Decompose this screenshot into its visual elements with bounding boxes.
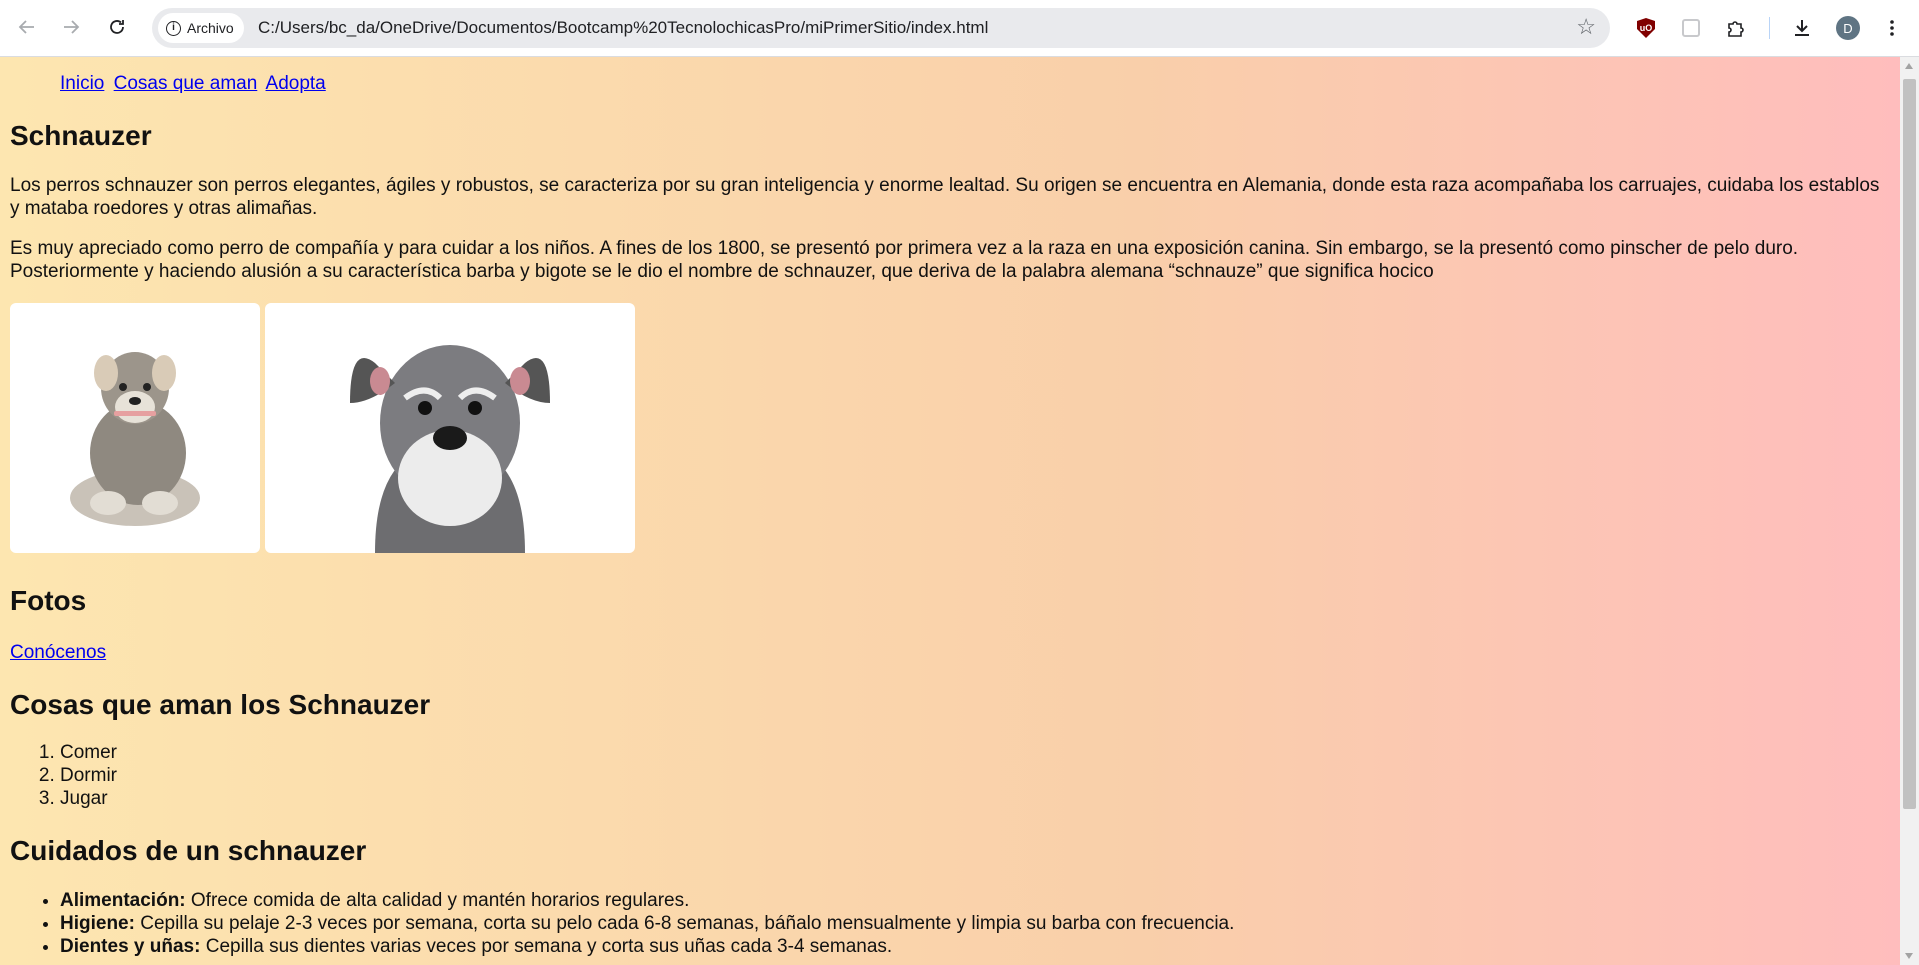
care-heading: Cuidados de un schnauzer [10, 835, 367, 866]
list-item: Alimentación: Ofrece comida de alta cali… [60, 889, 1890, 912]
care-text: Ofrece comida de alta calidad y mantén h… [185, 890, 690, 911]
loves-list: Comer Dormir Jugar [10, 741, 1890, 810]
nav-link-inicio[interactable]: Inicio [60, 73, 104, 94]
page-content: Inicio Cosas que aman Adopta Schnauzer L… [0, 73, 1900, 958]
nav-link-adopta[interactable]: Adopta [266, 73, 326, 94]
scroll-up-arrow[interactable] [1905, 63, 1913, 69]
care-label: Dientes y uñas: [60, 936, 201, 957]
menu-icon[interactable] [1876, 12, 1908, 44]
breed-title: Schnauzer [10, 120, 152, 151]
loves-heading: Cosas que aman los Schnauzer [10, 689, 431, 720]
schnauzer-adult-photo [265, 303, 635, 553]
nav-link-cosas-que-aman[interactable]: Cosas que aman [114, 73, 258, 94]
paragraph-history: Es muy apreciado como perro de compañía … [10, 238, 1799, 282]
care-list: Alimentación: Ofrece comida de alta cali… [10, 889, 1890, 958]
back-icon[interactable] [10, 10, 44, 44]
conocenos-link[interactable]: Conócenos [10, 642, 1890, 664]
site-info-label: Archivo [187, 20, 234, 36]
scroll-down-arrow[interactable] [1905, 953, 1913, 959]
page-viewport: Inicio Cosas que aman Adopta Schnauzer L… [0, 57, 1900, 965]
schnauzer-puppy-photo [10, 303, 260, 553]
extension-icon[interactable] [1675, 12, 1707, 44]
url-text[interactable]: C:/Users/bc_da/OneDrive/Documentos/Bootc… [258, 18, 988, 38]
reload-icon[interactable] [100, 10, 134, 44]
scroll-thumb[interactable] [1903, 79, 1916, 809]
paragraph-origin: Los perros schnauzer son perros elegante… [10, 175, 1880, 219]
star-icon[interactable]: ☆ [1576, 14, 1596, 40]
vertical-scrollbar[interactable] [1900, 57, 1919, 965]
forward-icon[interactable] [54, 10, 88, 44]
puzzle-icon[interactable] [1720, 12, 1752, 44]
list-item: Higiene: Cepilla su pelaje 2-3 veces por… [60, 912, 1890, 935]
care-label: Higiene: [60, 913, 135, 934]
profile-avatar[interactable]: D [1832, 12, 1864, 44]
toolbar-separator [1769, 17, 1770, 39]
site-info-chip[interactable]: i Archivo [158, 13, 244, 43]
download-icon[interactable] [1786, 12, 1818, 44]
browser-toolbar: i Archivo C:/Users/bc_da/OneDrive/Docume… [0, 0, 1919, 57]
list-item: Dormir [60, 764, 1890, 787]
care-text: Cepilla su pelaje 2-3 veces por semana, … [134, 913, 1235, 934]
photos-heading: Fotos [10, 585, 87, 616]
list-item: Comer [60, 741, 1890, 764]
list-item: Dientes y uñas: Cepilla sus dientes vari… [60, 935, 1890, 958]
photo-gallery [10, 303, 1890, 553]
info-icon: i [166, 20, 181, 36]
address-bar[interactable]: i Archivo C:/Users/bc_da/OneDrive/Docume… [152, 8, 1610, 48]
ublock-icon[interactable]: uO [1630, 12, 1662, 44]
care-label: Alimentación: [60, 890, 186, 911]
care-text: Cepilla sus dientes varias veces por sem… [200, 936, 893, 957]
list-item: Jugar [60, 787, 1890, 810]
top-nav: Inicio Cosas que aman Adopta [60, 73, 1890, 95]
